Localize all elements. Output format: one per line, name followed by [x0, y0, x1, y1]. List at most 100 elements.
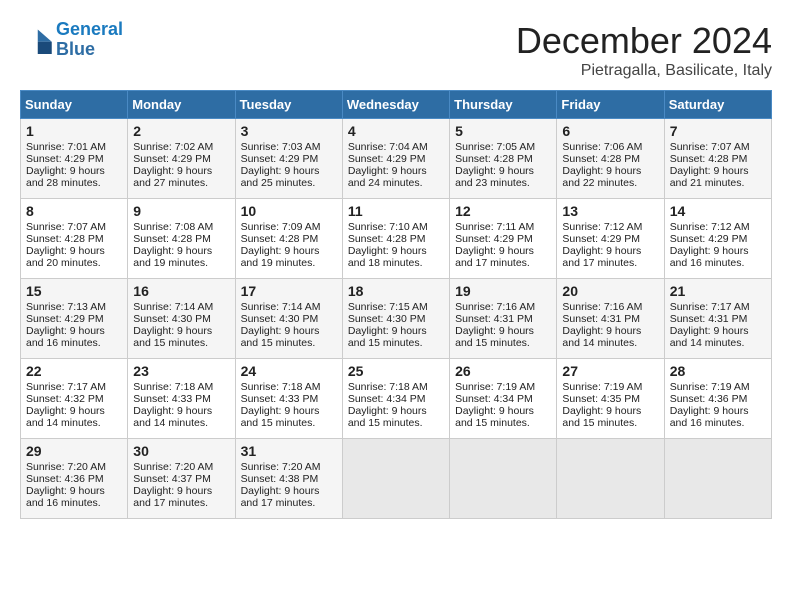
day-number: 9: [133, 203, 229, 219]
sunrise-text: Sunrise: 7:09 AM: [241, 221, 321, 233]
daylight-text: Daylight: 9 hours and 16 minutes.: [26, 485, 105, 509]
sunset-text: Sunset: 4:30 PM: [348, 313, 426, 325]
daylight-text: Daylight: 9 hours and 23 minutes.: [455, 165, 534, 189]
table-row: 5Sunrise: 7:05 AMSunset: 4:28 PMDaylight…: [450, 119, 557, 199]
sunset-text: Sunset: 4:31 PM: [562, 313, 640, 325]
table-row: [557, 439, 664, 519]
day-number: 1: [26, 123, 122, 139]
daylight-text: Daylight: 9 hours and 17 minutes.: [455, 245, 534, 269]
table-row: 10Sunrise: 7:09 AMSunset: 4:28 PMDayligh…: [235, 199, 342, 279]
daylight-text: Daylight: 9 hours and 16 minutes.: [26, 325, 105, 349]
logo-text: General Blue: [56, 20, 123, 60]
location-title: Pietragalla, Basilicate, Italy: [516, 62, 772, 80]
day-number: 24: [241, 363, 337, 379]
table-row: [342, 439, 449, 519]
table-row: 3Sunrise: 7:03 AMSunset: 4:29 PMDaylight…: [235, 119, 342, 199]
daylight-text: Daylight: 9 hours and 15 minutes.: [455, 405, 534, 429]
calendar-header: Sunday Monday Tuesday Wednesday Thursday…: [21, 91, 772, 119]
logo-blue: Blue: [56, 40, 123, 60]
table-row: 20Sunrise: 7:16 AMSunset: 4:31 PMDayligh…: [557, 279, 664, 359]
calendar-body: 1Sunrise: 7:01 AMSunset: 4:29 PMDaylight…: [21, 119, 772, 519]
sunrise-text: Sunrise: 7:19 AM: [455, 381, 535, 393]
table-row: 25Sunrise: 7:18 AMSunset: 4:34 PMDayligh…: [342, 359, 449, 439]
daylight-text: Daylight: 9 hours and 15 minutes.: [241, 325, 320, 349]
sunrise-text: Sunrise: 7:18 AM: [241, 381, 321, 393]
sunset-text: Sunset: 4:28 PM: [348, 233, 426, 245]
sunset-text: Sunset: 4:30 PM: [241, 313, 319, 325]
sunset-text: Sunset: 4:37 PM: [133, 473, 211, 485]
calendar-week-row: 8 Sunrise: 7:07 AM Sunset: 4:28 PM Daylight…: [21, 199, 772, 279]
sunrise-text: Sunrise: 7:16 AM: [455, 301, 535, 313]
sunrise-text: Sunrise: 7:20 AM: [26, 461, 106, 473]
day-number: 15: [26, 283, 122, 299]
daylight-text: Daylight: 9 hours and 14 minutes.: [670, 325, 749, 349]
table-row: 24Sunrise: 7:18 AMSunset: 4:33 PMDayligh…: [235, 359, 342, 439]
day-number: 29: [26, 443, 122, 459]
sunrise-text: Sunrise: 7:18 AM: [133, 381, 213, 393]
daylight-text: Daylight: 9 hours and 15 minutes.: [348, 405, 427, 429]
sunrise-text: Sunrise: 7:17 AM: [26, 381, 106, 393]
sunrise-text: Sunrise: 7:10 AM: [348, 221, 428, 233]
table-row: 9Sunrise: 7:08 AMSunset: 4:28 PMDaylight…: [128, 199, 235, 279]
header-saturday: Saturday: [664, 91, 771, 119]
day-number: 22: [26, 363, 122, 379]
sunrise-text: Sunrise: 7:01 AM: [26, 141, 106, 153]
table-row: 12Sunrise: 7:11 AMSunset: 4:29 PMDayligh…: [450, 199, 557, 279]
calendar-week-row: 1Sunrise: 7:01 AMSunset: 4:29 PMDaylight…: [21, 119, 772, 199]
day-number: 14: [670, 203, 766, 219]
header-wednesday: Wednesday: [342, 91, 449, 119]
header-row: Sunday Monday Tuesday Wednesday Thursday…: [21, 91, 772, 119]
day-number: 30: [133, 443, 229, 459]
table-row: 15Sunrise: 7:13 AMSunset: 4:29 PMDayligh…: [21, 279, 128, 359]
daylight-text: Daylight: 9 hours and 24 minutes.: [348, 165, 427, 189]
logo: General Blue: [20, 20, 123, 60]
daylight-text: Daylight: 9 hours and 25 minutes.: [241, 165, 320, 189]
table-row: 6Sunrise: 7:06 AMSunset: 4:28 PMDaylight…: [557, 119, 664, 199]
daylight-text: Daylight: 9 hours and 15 minutes.: [562, 405, 641, 429]
sunset-text: Sunset: 4:29 PM: [348, 153, 426, 165]
sunset-text: Sunset: 4:29 PM: [26, 313, 104, 325]
day-number: 7: [670, 123, 766, 139]
day-number: 18: [348, 283, 444, 299]
sunset-text: Sunset: 4:28 PM: [241, 233, 319, 245]
day-number: 16: [133, 283, 229, 299]
sunset-text: Sunset: 4:29 PM: [455, 233, 533, 245]
table-row: 19Sunrise: 7:16 AMSunset: 4:31 PMDayligh…: [450, 279, 557, 359]
day-number: 8: [26, 203, 122, 219]
sunset-text: Sunset: 4:28 PM: [562, 153, 640, 165]
daylight-text: Daylight: 9 hours and 15 minutes.: [133, 325, 212, 349]
sunrise-text: Sunrise: 7:19 AM: [670, 381, 750, 393]
daylight-text: Daylight: 9 hours and 14 minutes.: [133, 405, 212, 429]
day-number: 3: [241, 123, 337, 139]
sunrise-text: Sunrise: 7:12 AM: [670, 221, 750, 233]
page-header: General Blue December 2024 Pietragalla, …: [20, 20, 772, 80]
header-friday: Friday: [557, 91, 664, 119]
daylight-text: Daylight: 9 hours and 21 minutes.: [670, 165, 749, 189]
daylight-text: Daylight: 9 hours and 14 minutes.: [562, 325, 641, 349]
header-monday: Monday: [128, 91, 235, 119]
day-number: 12: [455, 203, 551, 219]
header-sunday: Sunday: [21, 91, 128, 119]
table-row: 1Sunrise: 7:01 AMSunset: 4:29 PMDaylight…: [21, 119, 128, 199]
sunrise-text: Sunrise: 7:15 AM: [348, 301, 428, 313]
sunrise-text: Sunrise: 7:03 AM: [241, 141, 321, 153]
daylight-text: Daylight: 9 hours and 27 minutes.: [133, 165, 212, 189]
sunset-text: Sunset: 4:29 PM: [670, 233, 748, 245]
sunrise-text: Sunrise: 7:07 AM: [26, 221, 106, 233]
calendar-week-row: 15Sunrise: 7:13 AMSunset: 4:29 PMDayligh…: [21, 279, 772, 359]
day-number: 2: [133, 123, 229, 139]
logo-icon: [20, 26, 52, 54]
daylight-text: Daylight: 9 hours and 22 minutes.: [562, 165, 641, 189]
table-row: 26Sunrise: 7:19 AMSunset: 4:34 PMDayligh…: [450, 359, 557, 439]
sunrise-text: Sunrise: 7:12 AM: [562, 221, 642, 233]
calendar-week-row: 29 Sunrise: 7:20 AMSunset: 4:36 PMDayligh…: [21, 439, 772, 519]
table-row: 29 Sunrise: 7:20 AMSunset: 4:36 PMDayligh…: [21, 439, 128, 519]
calendar-table: Sunday Monday Tuesday Wednesday Thursday…: [20, 90, 772, 519]
daylight-text: Daylight: 9 hours and 14 minutes.: [26, 405, 105, 429]
day-number: 26: [455, 363, 551, 379]
day-number: 28: [670, 363, 766, 379]
sunset-text: Sunset: 4:36 PM: [26, 473, 104, 485]
day-number: 11: [348, 203, 444, 219]
sunset-text: Sunset: 4:32 PM: [26, 393, 104, 405]
daylight-text: Daylight: 9 hours and 28 minutes.: [26, 165, 105, 189]
